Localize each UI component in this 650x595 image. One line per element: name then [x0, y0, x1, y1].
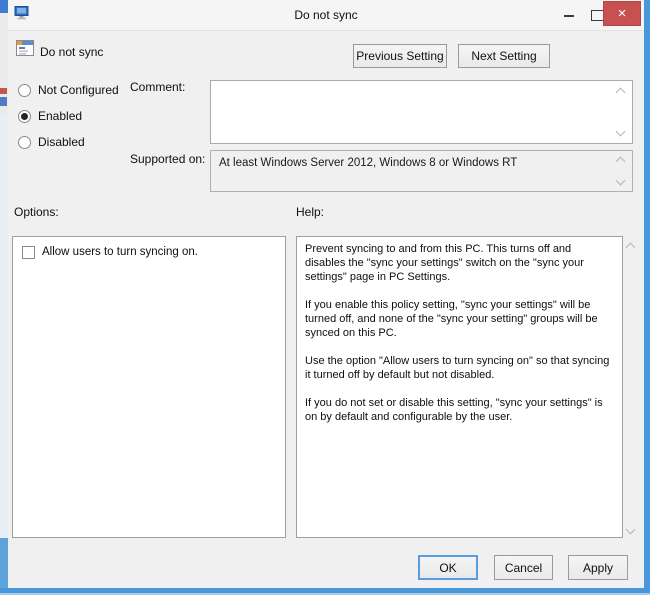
policy-setting-icon	[16, 40, 34, 61]
setting-name: Do not sync	[40, 45, 104, 59]
background-artifact	[0, 88, 7, 94]
help-paragraph: Prevent syncing to and from this PC. Thi…	[305, 243, 584, 283]
help-paragraph: If you do not set or disable this settin…	[305, 397, 603, 423]
minimize-icon	[564, 15, 574, 17]
scroll-up-icon[interactable]	[615, 87, 626, 98]
help-text-panel: Prevent syncing to and from this PC. Thi…	[296, 236, 623, 538]
screen: Do not sync × Do not sync Previous Setti…	[0, 0, 650, 595]
help-label: Help:	[296, 205, 325, 219]
checkbox-icon[interactable]	[22, 246, 35, 259]
supported-on-value: At least Windows Server 2012, Windows 8 …	[219, 157, 518, 169]
maximize-icon	[590, 9, 604, 21]
window-title: Do not sync	[294, 8, 358, 22]
background-window-border	[0, 538, 8, 595]
allow-syncing-checkbox-row[interactable]: Allow users to turn syncing on.	[22, 246, 198, 259]
supported-on-label: Supported on:	[130, 152, 206, 166]
ok-button[interactable]: OK	[418, 555, 478, 580]
help-scroll-up-icon[interactable]	[625, 242, 636, 253]
policy-setting-dialog: Do not sync × Do not sync Previous Setti…	[8, 0, 650, 588]
help-paragraph: If you enable this policy setting, "sync…	[305, 299, 598, 339]
supported-on-box: At least Windows Server 2012, Windows 8 …	[210, 150, 633, 192]
scroll-down-icon[interactable]	[615, 126, 626, 137]
scroll-up-icon	[615, 156, 626, 167]
cancel-button[interactable]: Cancel	[494, 555, 553, 580]
radio-circle-selected-icon	[18, 109, 31, 123]
apply-button[interactable]: Apply	[568, 555, 628, 580]
radio-not-configured[interactable]: Not Configured	[18, 82, 119, 98]
background-artifact	[0, 97, 7, 106]
previous-setting-button[interactable]: Previous Setting	[353, 44, 447, 68]
close-button[interactable]: ×	[603, 1, 641, 26]
minimize-button[interactable]	[556, 8, 582, 24]
options-panel: Allow users to turn syncing on.	[12, 236, 286, 538]
close-icon: ×	[617, 5, 627, 22]
radio-circle-icon	[18, 135, 31, 149]
window-bottom-border	[0, 588, 650, 595]
radio-disabled[interactable]: Disabled	[18, 134, 85, 150]
comment-label: Comment:	[130, 80, 186, 94]
radio-circle-icon	[18, 83, 31, 97]
background-window-sliver	[0, 115, 8, 538]
comment-textarea[interactable]	[210, 80, 633, 144]
scroll-down-icon	[615, 175, 626, 186]
help-paragraph: Use the option "Allow users to turn sync…	[305, 355, 610, 381]
radio-enabled[interactable]: Enabled	[18, 108, 82, 124]
checkbox-label: Allow users to turn syncing on.	[42, 246, 198, 258]
help-scroll-down-icon[interactable]	[625, 524, 636, 535]
next-setting-button[interactable]: Next Setting	[458, 44, 550, 68]
options-label: Options:	[14, 205, 59, 219]
